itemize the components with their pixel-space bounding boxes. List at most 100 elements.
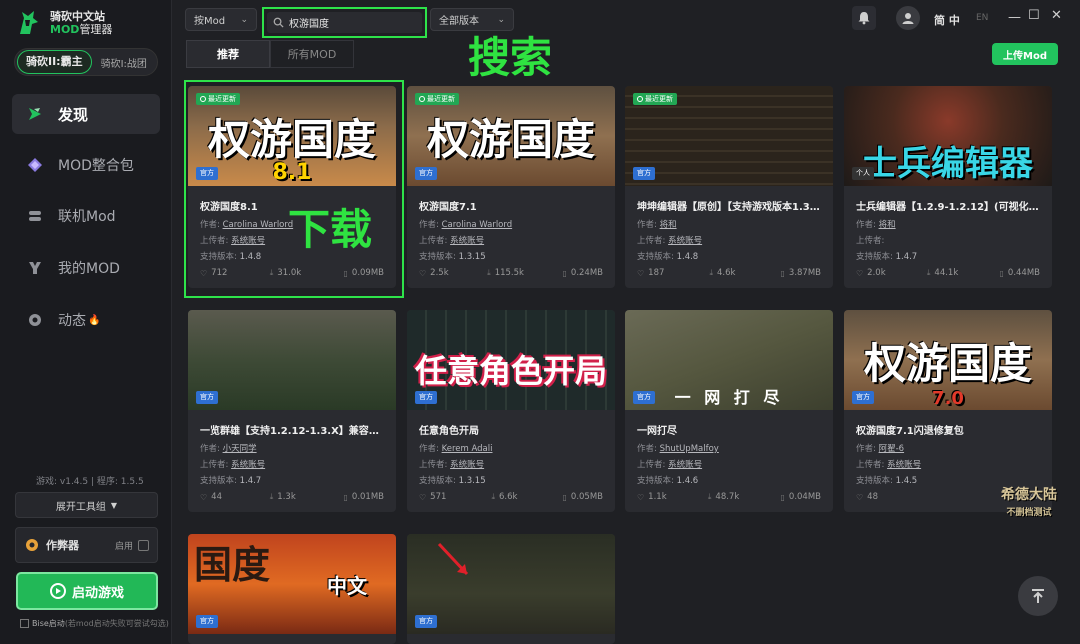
bise-option: Bise启动 (若mod启动失败可尝试勾选) bbox=[20, 618, 169, 629]
file-size: 0.44MB bbox=[1007, 268, 1040, 278]
app-title: 骑砍中文站 bbox=[50, 10, 105, 23]
mod-thumbnail: 任意角色开局 官方 bbox=[407, 310, 615, 410]
bell-icon bbox=[858, 12, 870, 25]
app-subtitle-rest: 管理器 bbox=[79, 23, 113, 36]
mod-author-row: 作者: 阿翟-6 bbox=[856, 444, 905, 454]
official-badge: 官方 bbox=[852, 391, 874, 404]
mod-card[interactable]: 国度 中文 官方 bbox=[188, 534, 396, 644]
author-link[interactable]: 阿翟-6 bbox=[879, 444, 904, 454]
download-icon: ⤓ bbox=[709, 268, 713, 277]
nav-label: 发现 bbox=[58, 105, 89, 124]
language-zh-button[interactable]: 简 中 bbox=[934, 12, 960, 28]
mod-card[interactable]: 官方 一览群雄【支持1.2.12-1.3.X】兼容衣谷... 作者: 小天同学 … bbox=[188, 310, 396, 512]
bise-hint: (若mod启动失败可尝试勾选) bbox=[64, 619, 169, 628]
mod-version-row: 支持版本: 1.4.8 bbox=[637, 252, 699, 262]
close-icon[interactable]: ✕ bbox=[1051, 8, 1062, 23]
user-avatar[interactable] bbox=[896, 6, 920, 30]
mod-card[interactable]: 权游国度 7.0 官方 权游国度7.1闪退修复包 作者: 阿翟-6 上传者: 系… bbox=[844, 310, 1052, 512]
likes-count: 48 bbox=[867, 492, 878, 502]
nav-multiplayer[interactable]: 联机Mod bbox=[12, 196, 160, 236]
official-badge: 官方 bbox=[415, 167, 437, 180]
tab-all-mods[interactable]: 所有MOD bbox=[270, 40, 354, 68]
game-bannerlord-option[interactable]: 骑砍II:霸主 bbox=[17, 50, 92, 74]
uploader-link[interactable]: 系统账号 bbox=[450, 236, 484, 246]
mod-uploader-row: 上传者: 系统账号 bbox=[419, 236, 485, 246]
app-subtitle-mod: MOD bbox=[50, 23, 80, 36]
author-link[interactable]: Carolina Warlord bbox=[442, 220, 513, 230]
author-link[interactable]: 将和 bbox=[660, 220, 677, 230]
cheat-enable-checkbox[interactable] bbox=[138, 539, 149, 551]
mod-card[interactable]: 任意角色开局 官方 任意角色开局 作者: Kerem Adali 上传者: 系统… bbox=[407, 310, 615, 512]
bise-label: Bise启动 bbox=[32, 619, 65, 628]
launch-label: 启动游戏 bbox=[71, 585, 124, 601]
uploader-link[interactable]: 系统账号 bbox=[887, 460, 921, 470]
chevron-down-icon: ⌄ bbox=[497, 14, 505, 25]
search-icon bbox=[273, 17, 284, 28]
version-value: 1.4.6 bbox=[676, 476, 699, 486]
search-input[interactable] bbox=[289, 17, 409, 28]
minimize-icon[interactable]: — bbox=[1008, 10, 1021, 25]
bise-checkbox[interactable] bbox=[20, 619, 29, 628]
uploader-link[interactable]: 系统账号 bbox=[668, 236, 702, 246]
nav-feed[interactable]: 动态 🔥 bbox=[12, 300, 160, 340]
downloads-count: 48.7k bbox=[715, 492, 740, 502]
chat-icon bbox=[26, 311, 44, 329]
caret-down-icon: ▼ bbox=[110, 500, 118, 510]
mod-version-row: 支持版本: 1.3.15 bbox=[419, 252, 486, 262]
mod-thumbnail: 国度 中文 官方 bbox=[188, 534, 396, 634]
mod-card[interactable]: 权游国度 最近更新 官方 权游国度7.1 作者: Carolina Warlor… bbox=[407, 86, 615, 288]
mod-card[interactable]: 最近更新 官方 坤坤编辑器【原创】【支持游戏版本1.3.15+】 作者: 将和 … bbox=[625, 86, 833, 288]
mod-uploader-row: 上传者: 系统账号 bbox=[637, 236, 703, 246]
thumbnail-text: 任意角色开局 bbox=[414, 352, 607, 390]
uploader-link[interactable]: 系统账号 bbox=[668, 460, 702, 470]
thumbnail-text: 一 网 打 尽 bbox=[674, 388, 784, 407]
author-link[interactable]: ShutUpMalfoy bbox=[660, 444, 719, 454]
likes-count: 44 bbox=[211, 492, 222, 502]
official-badge: 官方 bbox=[415, 391, 437, 404]
search-highlight-box bbox=[262, 7, 427, 38]
mod-stats: ♡ 44 ⤓ 1.3k ▯ 0.01MB bbox=[200, 492, 384, 502]
annotation-search: 搜索 bbox=[468, 33, 553, 82]
thumbnail-text: 权游国度 bbox=[863, 339, 1032, 388]
back-to-top-button[interactable] bbox=[1018, 576, 1058, 616]
nav-discover[interactable]: 发现 bbox=[12, 94, 160, 134]
mod-card[interactable]: 一 网 打 尽 官方 一网打尽 作者: ShutUpMalfoy 上传者: 系统… bbox=[625, 310, 833, 512]
likes-count: 187 bbox=[648, 268, 665, 278]
cheat-label: 作弊器 bbox=[46, 539, 79, 552]
sort-by-dropdown[interactable]: 按Mod ⌄ bbox=[185, 8, 257, 31]
mod-card[interactable]: 官方 bbox=[407, 534, 615, 644]
mod-uploader-row: 上传者: 系统账号 bbox=[856, 460, 922, 470]
file-icon: ▯ bbox=[780, 492, 785, 502]
mod-version-row: 支持版本: 1.4.7 bbox=[200, 476, 262, 486]
badge-label: 最近更新 bbox=[427, 95, 455, 103]
mod-uploader-row: 上传者: 系统账号 bbox=[419, 460, 485, 470]
language-en-button[interactable]: EN bbox=[976, 13, 988, 23]
tab-recommended[interactable]: 推荐 bbox=[186, 40, 270, 68]
notification-button[interactable] bbox=[852, 6, 876, 30]
uploader-link[interactable]: 系统账号 bbox=[450, 460, 484, 470]
mod-stats: ♡ 187 ⤓ 4.6k ▯ 3.87MB bbox=[637, 268, 821, 278]
maximize-icon[interactable]: ☐ bbox=[1028, 8, 1040, 23]
arrow-up-icon bbox=[1032, 589, 1044, 603]
mod-version-row: 支持版本: 1.3.15 bbox=[419, 476, 486, 486]
official-badge: 官方 bbox=[415, 615, 437, 628]
nav-mod-packs[interactable]: MOD整合包 bbox=[12, 145, 160, 185]
uploader-link[interactable]: 系统账号 bbox=[231, 460, 265, 470]
mod-version-row: 支持版本: 1.4.5 bbox=[856, 476, 918, 486]
chevron-down-icon: ⌄ bbox=[240, 14, 248, 25]
toolbox-expand-button[interactable]: 展开工具组 ▼ bbox=[15, 492, 158, 518]
launch-game-button[interactable]: 启动游戏 bbox=[16, 572, 158, 610]
author-link[interactable]: Kerem Adali bbox=[442, 444, 493, 454]
thumbnail-text: 权游国度 bbox=[426, 115, 595, 164]
app-logo[interactable]: 骑砍中文站 MOD管理器 bbox=[14, 8, 112, 38]
nav-my-mod[interactable]: 我的MOD bbox=[12, 248, 160, 288]
diamond-icon bbox=[26, 156, 44, 174]
upload-mod-button[interactable]: 上传Mod bbox=[992, 43, 1058, 65]
file-icon: ▯ bbox=[562, 492, 567, 502]
mod-card[interactable]: 士兵编辑器 个人 士兵编辑器【1.2.9-1.2.12】(可视化自定义) 作者:… bbox=[844, 86, 1052, 288]
author-link[interactable]: 将和 bbox=[879, 220, 896, 230]
gear-icon bbox=[26, 539, 38, 551]
sort-by-value: 按Mod bbox=[194, 16, 226, 27]
author-link[interactable]: 小天同学 bbox=[223, 444, 257, 454]
game-warband-option[interactable]: 骑砍I:战团 bbox=[101, 55, 147, 70]
